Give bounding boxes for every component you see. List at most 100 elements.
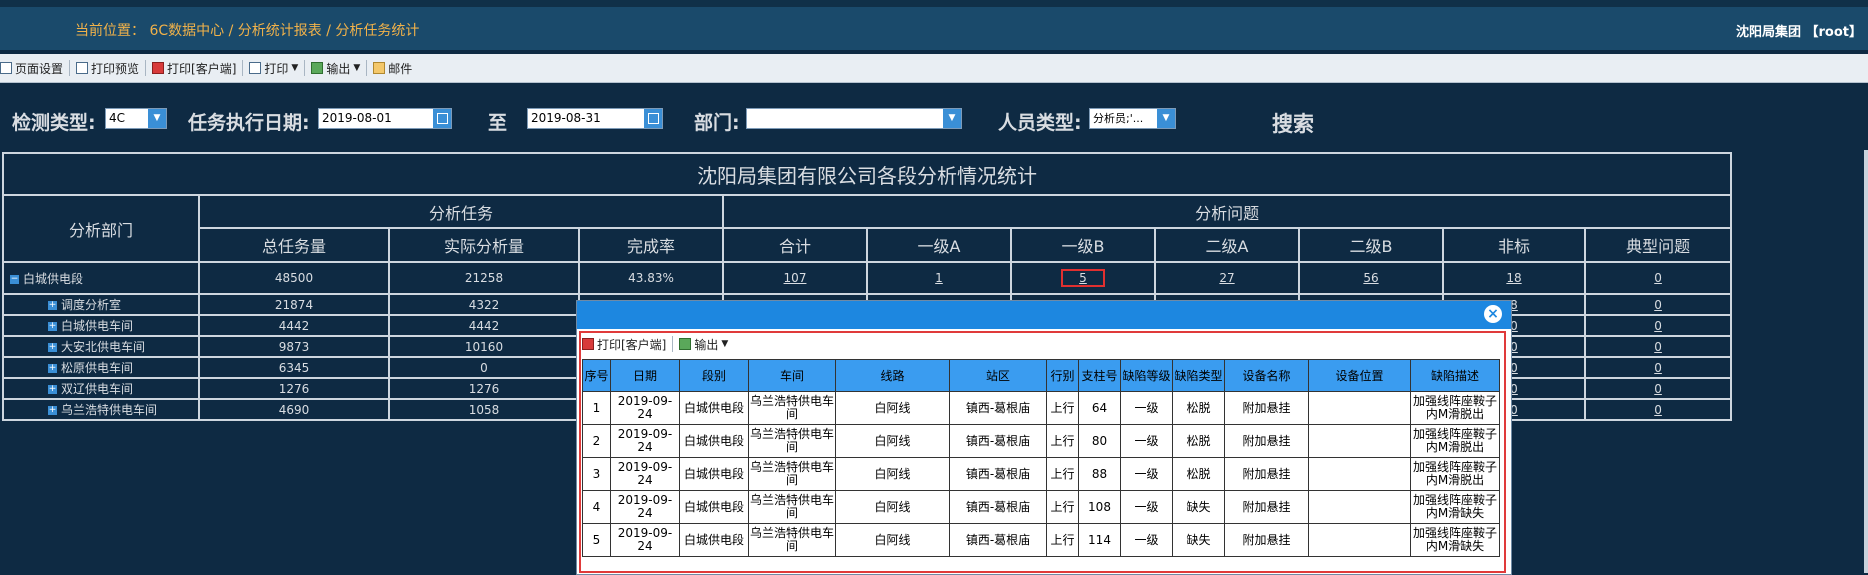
sum-link[interactable]: 107 xyxy=(784,271,807,285)
report-toolbar: 页面设置 打印预览 打印[客户端] 打印 ▼ 输出 ▼ 邮件 xyxy=(0,54,1868,83)
table-row[interactable]: 2 2019-09-24 白城供电段 乌兰浩特供电车间 白阿线 镇西-葛根庙 上行 80 一级松… xyxy=(582,424,1500,458)
cell: 镇西-葛根庙 xyxy=(949,457,1047,491)
col-typical: 典型问题 xyxy=(1583,227,1733,263)
cell: 松脱 xyxy=(1172,457,1225,491)
cell: 附加悬挂 xyxy=(1224,457,1309,491)
total-cell: 6345 xyxy=(198,356,390,379)
pdf-print-icon xyxy=(582,338,594,350)
cell: 加强线阵座鞍子内M滑脱出 xyxy=(1410,457,1500,491)
calendar-icon[interactable] xyxy=(644,109,662,128)
date-to-input[interactable]: 2019-08-31 xyxy=(527,108,663,129)
cell: 镇西-葛根庙 xyxy=(949,391,1047,425)
cell: 附加悬挂 xyxy=(1224,490,1309,524)
level1b-link[interactable]: 5 xyxy=(1061,269,1105,287)
col-type: 缺陷类型 xyxy=(1172,359,1225,392)
cell: 乌兰浩特供电车间 xyxy=(748,523,836,557)
expand-icon[interactable]: + xyxy=(48,301,57,310)
typical-link[interactable]: 0 xyxy=(1654,382,1662,396)
col-device: 设备名称 xyxy=(1224,359,1309,392)
chevron-down-icon: ▼ xyxy=(291,63,299,73)
expand-icon[interactable]: + xyxy=(48,406,57,415)
cell: 缺失 xyxy=(1172,490,1225,524)
staff-type-label: 人员类型: xyxy=(998,112,1082,134)
staff-type-select[interactable]: 分析员;'... ▼ xyxy=(1089,108,1176,129)
calendar-icon[interactable] xyxy=(433,109,451,128)
defect-detail-dialog: × 打印[客户端] 输出 ▼ 序号 日期 段别 车间 线路 站区 行别 支柱号 xyxy=(576,300,1512,575)
cell xyxy=(1308,490,1411,524)
typical-link[interactable]: 0 xyxy=(1654,340,1662,354)
print-button[interactable]: 打印 ▼ xyxy=(249,60,298,77)
cell: 白城供电段 xyxy=(679,490,749,524)
typical-link[interactable]: 0 xyxy=(1654,271,1662,285)
expand-icon[interactable]: + xyxy=(48,322,57,331)
dialog-export-label: 输出 xyxy=(694,337,719,352)
defect-table: 序号 日期 段别 车间 线路 站区 行别 支柱号 缺陷等级 缺陷类型 设备名称 … xyxy=(582,359,1500,557)
expand-icon[interactable]: + xyxy=(48,343,57,352)
dept-name: 乌兰浩特供电车间 xyxy=(61,403,158,417)
level1a-link[interactable]: 1 xyxy=(935,271,943,285)
level2a-cell: 27 xyxy=(1154,261,1300,295)
dialog-export-button[interactable]: 输出 ▼ xyxy=(679,336,728,353)
mail-button[interactable]: 邮件 xyxy=(373,60,412,77)
cell: 114 xyxy=(1078,523,1121,557)
export-button[interactable]: 输出 ▼ xyxy=(311,60,360,77)
cell: 上行 xyxy=(1046,523,1079,557)
level2a-link[interactable]: 27 xyxy=(1219,271,1234,285)
cell: 2 xyxy=(582,424,611,458)
toolbar-divider xyxy=(366,60,368,76)
detect-type-select[interactable]: 4C ▼ xyxy=(105,108,167,129)
total-cell: 9873 xyxy=(198,335,390,358)
typical-link[interactable]: 0 xyxy=(1654,361,1662,375)
col-total: 总任务量 xyxy=(198,227,390,263)
col-actual: 实际分析量 xyxy=(388,227,580,263)
print-preview-label: 打印预览 xyxy=(91,61,140,76)
col-level2b: 二级B xyxy=(1298,227,1444,263)
chevron-down-icon[interactable]: ▼ xyxy=(943,109,961,128)
print-preview-icon xyxy=(76,62,89,74)
cell: 上行 xyxy=(1046,490,1079,524)
typical-link[interactable]: 0 xyxy=(1654,319,1662,333)
cell: 2019-09-24 xyxy=(610,523,680,557)
search-button[interactable]: 搜索 xyxy=(1272,108,1314,138)
collapse-icon[interactable]: − xyxy=(10,274,19,284)
staff-type-value: 分析员;'... xyxy=(1093,112,1144,125)
table-row[interactable]: 1 2019-09-24 白城供电段 乌兰浩特供电车间 白阿线 镇西-葛根庙 上行 64 一级松… xyxy=(582,391,1500,425)
level2b-link[interactable]: 56 xyxy=(1363,271,1378,285)
cell: 镇西-葛根庙 xyxy=(949,424,1047,458)
dept-name: 松原供电车间 xyxy=(61,361,134,375)
expand-icon[interactable]: + xyxy=(48,385,57,394)
rate-cell: 43.83% xyxy=(578,261,724,295)
chevron-down-icon[interactable]: ▼ xyxy=(1157,109,1175,128)
close-icon[interactable]: × xyxy=(1484,305,1502,323)
dept-cell: + 白城供电车间 xyxy=(2,314,200,337)
table-row[interactable]: 3 2019-09-24 白城供电段 乌兰浩特供电车间 白阿线 镇西-葛根庙 上行 88 一级松… xyxy=(582,457,1500,491)
top-header: 当前位置： 6C数据中心 / 分析统计报表 / 分析任务统计 沈阳局集团 【ro… xyxy=(0,0,1868,50)
cell xyxy=(1308,523,1411,557)
typical-cell: 0 xyxy=(1583,293,1733,316)
typical-link[interactable]: 0 xyxy=(1654,403,1662,417)
dept-name: 白城供电车间 xyxy=(61,319,134,333)
nonstandard-link[interactable]: 18 xyxy=(1506,271,1521,285)
date-from-input[interactable]: 2019-08-01 xyxy=(318,108,452,129)
actual-cell: 1276 xyxy=(388,377,580,400)
dialog-print-client-button[interactable]: 打印[客户端] xyxy=(582,336,666,353)
print-preview-button[interactable]: 打印预览 xyxy=(76,60,139,77)
typical-cell: 0 xyxy=(1583,377,1733,400)
chevron-down-icon[interactable]: ▼ xyxy=(148,109,166,128)
expand-icon[interactable]: + xyxy=(48,364,57,373)
col-section: 段别 xyxy=(679,359,749,392)
print-client-button[interactable]: 打印[客户端] xyxy=(152,60,236,77)
cell: 附加悬挂 xyxy=(1224,424,1309,458)
table-row[interactable]: 4 2019-09-24 白城供电段 乌兰浩特供电车间 白阿线 镇西-葛根庙 上行 108 一级… xyxy=(582,490,1500,524)
page-setup-button[interactable]: 页面设置 xyxy=(0,60,63,77)
typical-cell: 0 xyxy=(1583,261,1733,295)
typical-link[interactable]: 0 xyxy=(1654,298,1662,312)
dept-name: 双辽供电车间 xyxy=(61,382,134,396)
page-scrollbar[interactable] xyxy=(1864,150,1868,573)
cell: 108 xyxy=(1078,490,1121,524)
print-client-label: 打印[客户端] xyxy=(167,61,237,76)
dept-select[interactable]: ▼ xyxy=(746,108,962,129)
table-row[interactable]: 5 2019-09-24 白城供电段 乌兰浩特供电车间 白阿线 镇西-葛根庙 上行 114 一级… xyxy=(582,523,1500,557)
cell: 白城供电段 xyxy=(679,457,749,491)
cell: 白阿线 xyxy=(835,424,950,458)
